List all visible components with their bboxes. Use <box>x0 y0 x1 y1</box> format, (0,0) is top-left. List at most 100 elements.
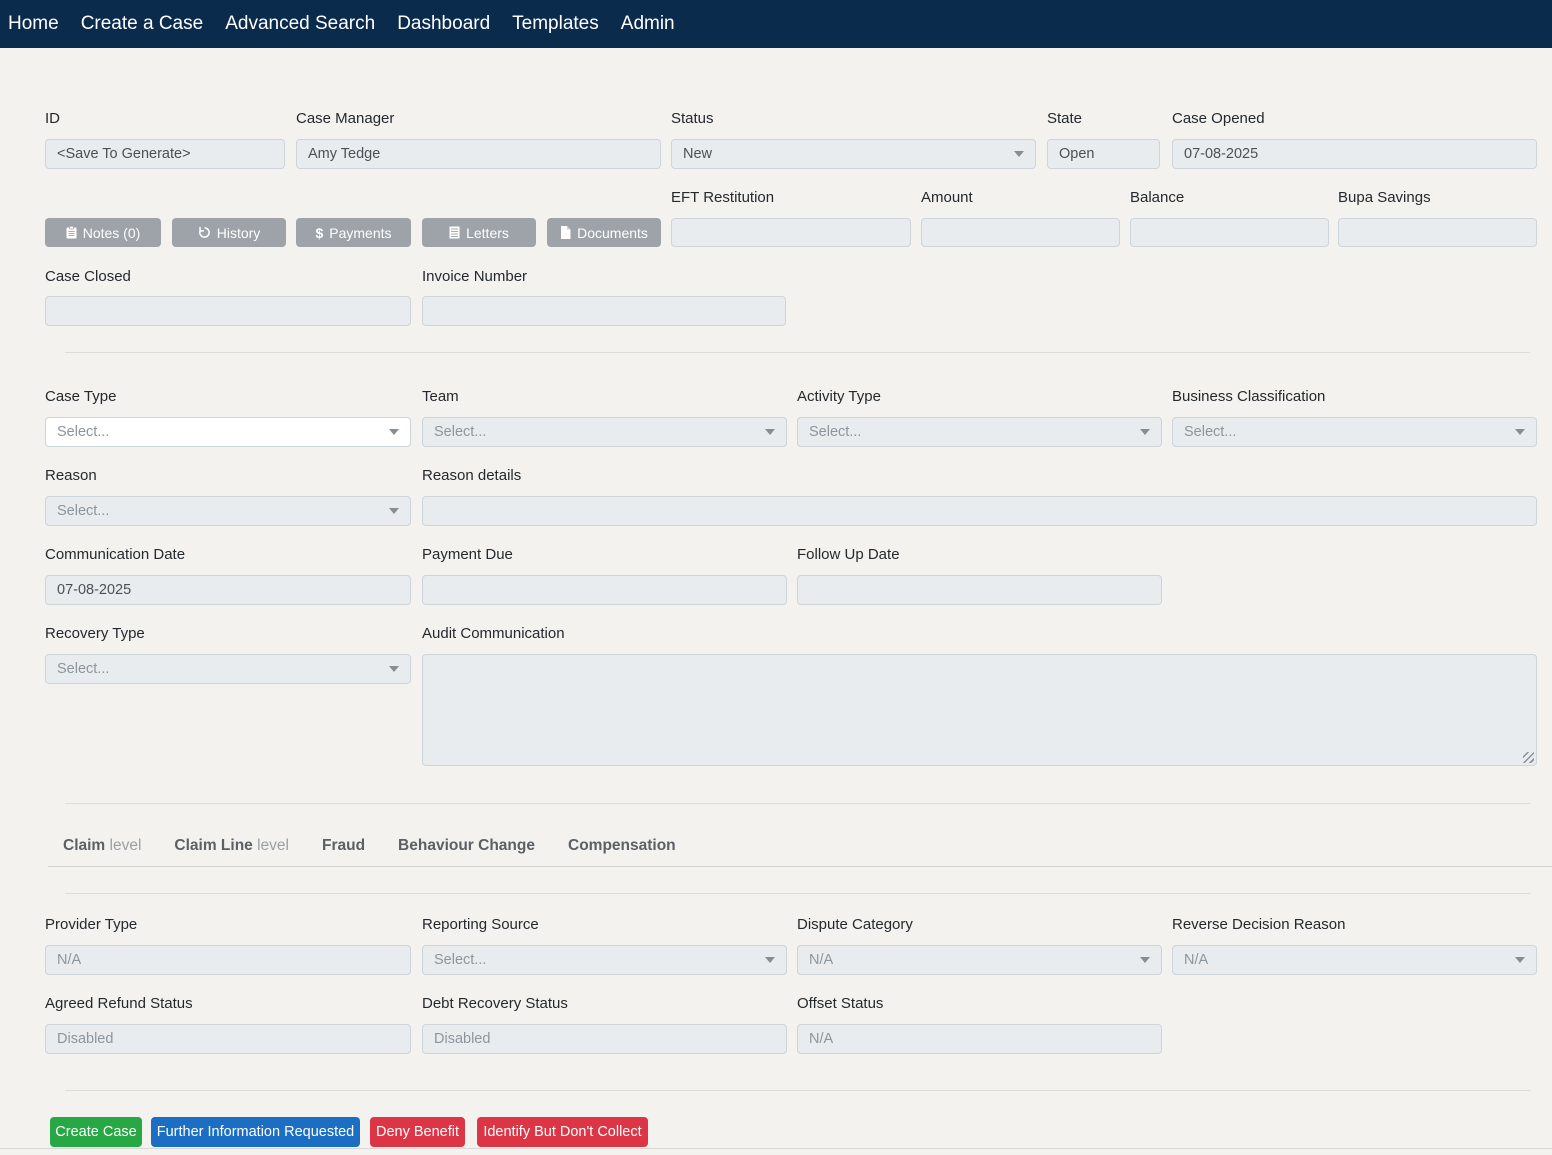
reporting-source-label: Reporting Source <box>422 916 539 933</box>
chevron-down-icon <box>765 429 775 435</box>
documents-icon <box>560 226 571 239</box>
eft-restitution-field <box>671 218 911 247</box>
case-page: Home Create a Case Advanced Search Dashb… <box>0 0 1552 1155</box>
page-bottom-divider <box>0 1148 1552 1149</box>
payments-button-label: Payments <box>329 225 391 241</box>
nav-admin[interactable]: Admin <box>621 13 675 35</box>
chevron-down-icon <box>1140 957 1150 963</box>
reporting-source-select: Select... <box>422 945 787 975</box>
activity-type-placeholder: Select... <box>809 424 861 440</box>
payments-button[interactable]: $ Payments <box>296 218 411 247</box>
reason-select: Select... <box>45 496 411 526</box>
nav-home[interactable]: Home <box>8 13 59 35</box>
documents-button[interactable]: Documents <box>547 218 661 247</box>
chevron-down-icon <box>389 666 399 672</box>
dispute-category-label: Dispute Category <box>797 916 913 933</box>
chevron-down-icon <box>389 429 399 435</box>
status-label: Status <box>671 110 714 127</box>
recovery-type-placeholder: Select... <box>57 661 109 677</box>
reason-details-field <box>422 496 1537 526</box>
chevron-down-icon <box>1515 957 1525 963</box>
dispute-category-value: N/A <box>809 952 833 968</box>
audit-communication-textarea[interactable] <box>422 654 1537 766</box>
top-navbar: Home Create a Case Advanced Search Dashb… <box>0 0 1552 48</box>
status-select[interactable]: New <box>671 139 1036 169</box>
balance-label: Balance <box>1130 189 1184 206</box>
team-label: Team <box>422 388 459 405</box>
payment-due-label: Payment Due <box>422 546 513 563</box>
business-classification-placeholder: Select... <box>1184 424 1236 440</box>
activity-type-label: Activity Type <box>797 388 881 405</box>
dispute-category-select: N/A <box>797 945 1162 975</box>
team-select: Select... <box>422 417 787 447</box>
recovery-type-label: Recovery Type <box>45 625 145 642</box>
case-type-placeholder: Select... <box>57 424 109 440</box>
chevron-down-icon <box>1014 151 1024 157</box>
history-button[interactable]: History <box>172 218 286 247</box>
letters-icon <box>449 226 460 239</box>
state-label: State <box>1047 110 1082 127</box>
invoice-number-field <box>422 296 786 326</box>
further-information-requested-button[interactable]: Further Information Requested <box>151 1117 360 1147</box>
team-placeholder: Select... <box>434 424 486 440</box>
provider-type-label: Provider Type <box>45 916 137 933</box>
follow-up-date-label: Follow Up Date <box>797 546 900 563</box>
notes-button[interactable]: Notes (0) <box>45 218 161 247</box>
claim-tabs: Claim level Claim Line level Fraud Behav… <box>63 837 676 855</box>
section-divider <box>65 803 1530 804</box>
letters-button[interactable]: Letters <box>422 218 536 247</box>
tab-compensation[interactable]: Compensation <box>568 837 676 855</box>
bupa-savings-field <box>1338 218 1537 247</box>
agreed-refund-status-field: Disabled <box>45 1024 411 1054</box>
amount-label: Amount <box>921 189 973 206</box>
reason-placeholder: Select... <box>57 503 109 519</box>
reporting-source-placeholder: Select... <box>434 952 486 968</box>
state-field: Open <box>1047 139 1160 169</box>
documents-button-label: Documents <box>577 225 648 241</box>
nav-advanced-search[interactable]: Advanced Search <box>225 13 375 35</box>
notes-button-label: Notes (0) <box>83 225 141 241</box>
case-closed-field <box>45 296 411 326</box>
section-divider <box>65 352 1530 353</box>
reverse-decision-reason-select: N/A <box>1172 945 1537 975</box>
reverse-decision-reason-value: N/A <box>1184 952 1208 968</box>
reason-details-label: Reason details <box>422 467 521 484</box>
case-type-select[interactable]: Select... <box>45 417 411 447</box>
case-opened-field: 07-08-2025 <box>1172 139 1537 169</box>
create-case-button[interactable]: Create Case <box>50 1117 142 1147</box>
eft-restitution-label: EFT Restitution <box>671 189 774 206</box>
section-divider <box>65 1090 1530 1091</box>
deny-benefit-button[interactable]: Deny Benefit <box>370 1117 465 1147</box>
tab-underline <box>48 866 1552 867</box>
offset-status-field: N/A <box>797 1024 1162 1054</box>
nav-dashboard[interactable]: Dashboard <box>397 13 490 35</box>
case-opened-label: Case Opened <box>1172 110 1265 127</box>
nav-create-a-case[interactable]: Create a Case <box>81 13 204 35</box>
tab-claim-level[interactable]: Claim level <box>63 837 141 855</box>
communication-date-label: Communication Date <box>45 546 185 563</box>
case-type-label: Case Type <box>45 388 116 405</box>
business-classification-label: Business Classification <box>1172 388 1325 405</box>
tab-behaviour-change[interactable]: Behaviour Change <box>398 837 535 855</box>
amount-field <box>921 218 1120 247</box>
status-value: New <box>683 146 712 162</box>
business-classification-select: Select... <box>1172 417 1537 447</box>
nav-templates[interactable]: Templates <box>512 13 599 35</box>
tab-fraud[interactable]: Fraud <box>322 837 365 855</box>
debt-recovery-status-label: Debt Recovery Status <box>422 995 568 1012</box>
balance-field <box>1130 218 1329 247</box>
provider-type-field: N/A <box>45 945 411 975</box>
follow-up-date-field <box>797 575 1162 605</box>
recovery-type-select: Select... <box>45 654 411 684</box>
notes-icon <box>66 226 77 239</box>
audit-communication-label: Audit Communication <box>422 625 565 642</box>
resize-handle[interactable] <box>1523 752 1534 763</box>
history-icon <box>198 226 211 239</box>
tab-claim-line-level[interactable]: Claim Line level <box>174 837 289 855</box>
identify-but-dont-collect-button[interactable]: Identify But Don't Collect <box>477 1117 648 1147</box>
agreed-refund-status-label: Agreed Refund Status <box>45 995 193 1012</box>
chevron-down-icon <box>1140 429 1150 435</box>
case-closed-label: Case Closed <box>45 268 131 285</box>
case-manager-field: Amy Tedge <box>296 139 661 169</box>
chevron-down-icon <box>1515 429 1525 435</box>
